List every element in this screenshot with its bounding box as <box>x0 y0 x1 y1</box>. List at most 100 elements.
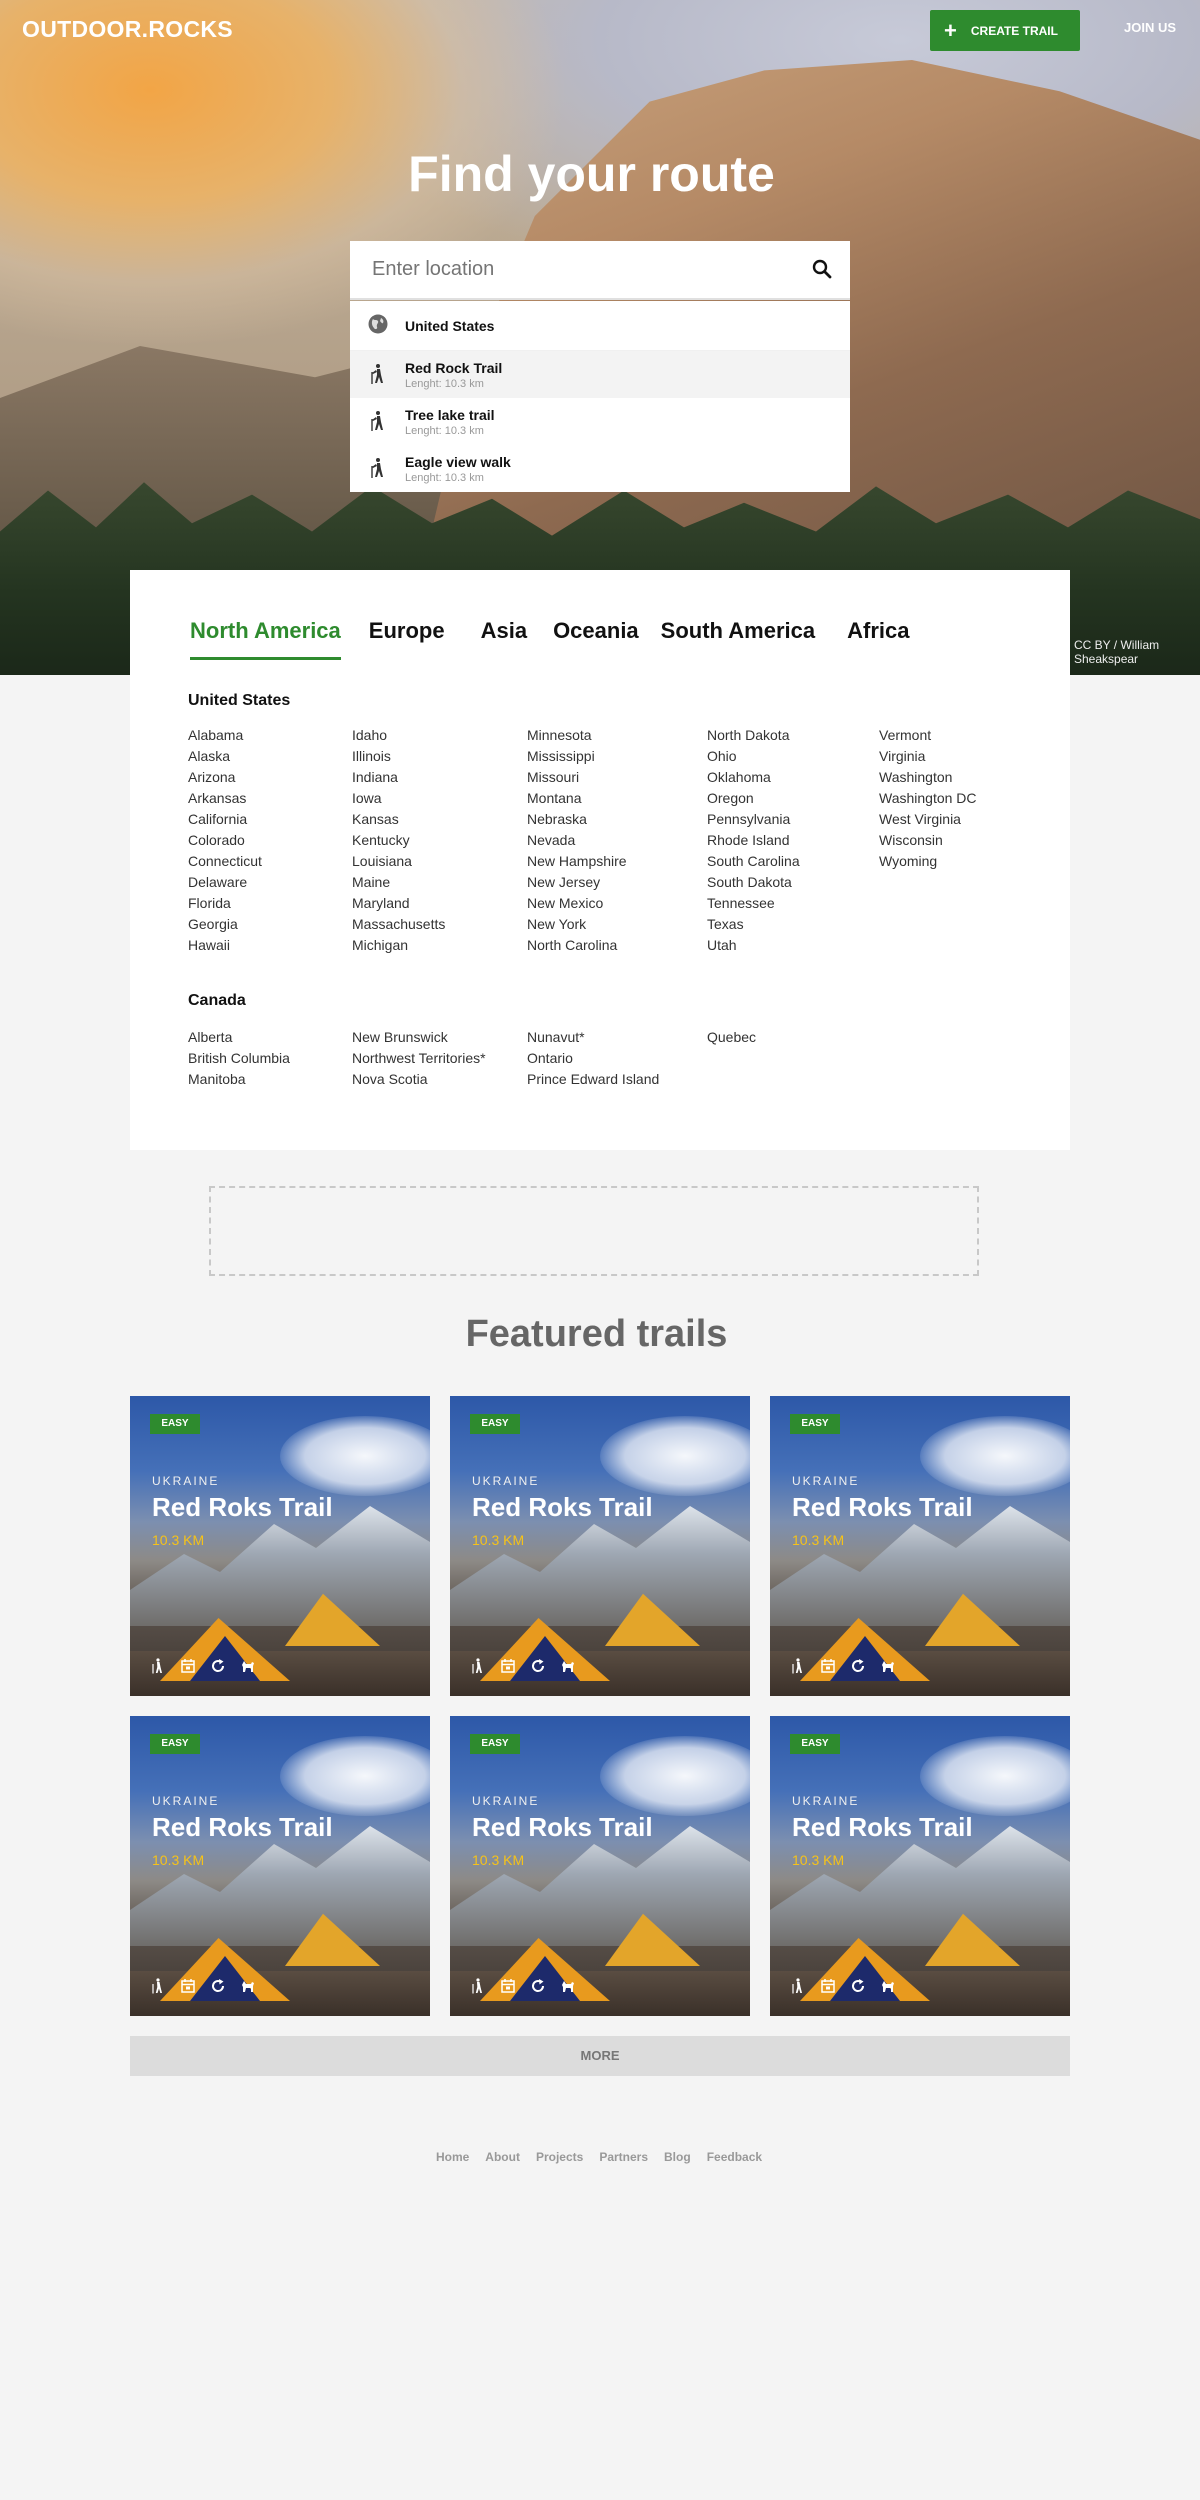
trail-name[interactable]: Red Roks Trail <box>792 1812 973 1843</box>
suggestion-country-label: United States <box>405 317 495 334</box>
country-title-us: United States <box>188 692 291 709</box>
canada-link[interactable]: Alberta <box>188 1027 352 1048</box>
us-link[interactable]: Oregon <box>707 788 879 809</box>
us-link[interactable]: South Dakota <box>707 872 879 893</box>
us-link[interactable]: Ohio <box>707 746 879 767</box>
us-link[interactable]: Hawaii <box>188 935 352 956</box>
join-us-link[interactable]: JOIN US <box>1124 20 1176 35</box>
suggestion-trail[interactable]: Red Rock Trail Lenght: 10.3 km <box>350 351 850 398</box>
us-link[interactable]: South Carolina <box>707 851 879 872</box>
us-link[interactable]: Pennsylvania <box>707 809 879 830</box>
us-link[interactable]: Michigan <box>352 935 527 956</box>
us-link[interactable]: Arizona <box>188 767 352 788</box>
us-link[interactable]: Georgia <box>188 914 352 935</box>
canada-link[interactable]: Northwest Territories* <box>352 1048 527 1069</box>
us-link[interactable]: Connecticut <box>188 851 352 872</box>
trail-card[interactable]: EASY UKRAINE Red Roks Trail 10.3 KM <box>130 1396 430 1696</box>
us-link[interactable]: Nevada <box>527 830 707 851</box>
us-link[interactable]: Massachusetts <box>352 914 527 935</box>
us-link[interactable]: Alaska <box>188 746 352 767</box>
canada-link[interactable]: Nunavut* <box>527 1027 707 1048</box>
us-link[interactable]: Maine <box>352 872 527 893</box>
card-photo-cloud <box>280 1736 430 1816</box>
footer-link[interactable]: Partners <box>599 2150 648 2164</box>
us-link[interactable]: Montana <box>527 788 707 809</box>
us-link[interactable]: Indiana <box>352 767 527 788</box>
trail-name[interactable]: Red Roks Trail <box>152 1492 333 1523</box>
footer-link[interactable]: Projects <box>536 2150 583 2164</box>
us-link[interactable]: Missouri <box>527 767 707 788</box>
footer-link[interactable]: Home <box>436 2150 469 2164</box>
trail-name[interactable]: Red Roks Trail <box>792 1492 973 1523</box>
tab-south-america[interactable]: South America <box>661 618 815 660</box>
dog-icon <box>882 1981 894 1992</box>
footer-link[interactable]: About <box>485 2150 520 2164</box>
us-link[interactable]: Colorado <box>188 830 352 851</box>
footer-link[interactable]: Blog <box>664 2150 691 2164</box>
us-link[interactable]: Virginia <box>879 746 999 767</box>
us-link[interactable]: North Dakota <box>707 725 879 746</box>
us-link[interactable]: Washington DC <box>879 788 999 809</box>
canada-link[interactable]: New Brunswick <box>352 1027 527 1048</box>
trail-name[interactable]: Red Roks Trail <box>152 1812 333 1843</box>
us-link[interactable]: New York <box>527 914 707 935</box>
search-icon[interactable] <box>812 259 832 279</box>
tab-oceania[interactable]: Oceania <box>553 618 639 660</box>
trail-card[interactable]: EASY UKRAINE Red Roks Trail 10.3 KM <box>450 1716 750 2016</box>
us-link[interactable]: California <box>188 809 352 830</box>
tab-africa[interactable]: Africa <box>847 618 909 660</box>
footer-link[interactable]: Feedback <box>707 2150 762 2164</box>
us-link[interactable]: Vermont <box>879 725 999 746</box>
canada-link[interactable]: Manitoba <box>188 1069 352 1090</box>
tab-asia[interactable]: Asia <box>481 618 527 660</box>
us-link[interactable]: Kentucky <box>352 830 527 851</box>
us-link[interactable]: Texas <box>707 914 879 935</box>
us-link[interactable]: Wyoming <box>879 851 999 872</box>
us-link[interactable]: Florida <box>188 893 352 914</box>
trail-card[interactable]: EASY UKRAINE Red Roks Trail 10.3 KM <box>450 1396 750 1696</box>
us-link[interactable]: Washington <box>879 767 999 788</box>
canada-link[interactable]: Quebec <box>707 1027 879 1048</box>
us-link[interactable]: Oklahoma <box>707 767 879 788</box>
suggestion-trail[interactable]: Eagle view walk Lenght: 10.3 km <box>350 445 850 492</box>
tab-europe[interactable]: Europe <box>369 618 445 660</box>
canada-link[interactable]: Prince Edward Island <box>527 1069 707 1090</box>
us-link[interactable]: Idaho <box>352 725 527 746</box>
loop-icon <box>852 1979 865 1992</box>
tab-north-america[interactable]: North America <box>190 618 341 660</box>
canada-link[interactable]: British Columbia <box>188 1048 352 1069</box>
us-link[interactable]: Iowa <box>352 788 527 809</box>
trail-card[interactable]: EASY UKRAINE Red Roks Trail 10.3 KM <box>770 1396 1070 1696</box>
us-link[interactable]: New Mexico <box>527 893 707 914</box>
suggestion-trail[interactable]: Tree lake trail Lenght: 10.3 km <box>350 398 850 445</box>
us-link[interactable]: Minnesota <box>527 725 707 746</box>
us-link[interactable]: Wisconsin <box>879 830 999 851</box>
us-link[interactable]: North Carolina <box>527 935 707 956</box>
us-link[interactable]: Mississippi <box>527 746 707 767</box>
create-trail-button[interactable]: + CREATE TRAIL <box>930 10 1080 51</box>
us-link[interactable]: New Hampshire <box>527 851 707 872</box>
us-link[interactable]: Utah <box>707 935 879 956</box>
us-link[interactable]: West Virginia <box>879 809 999 830</box>
us-link[interactable]: Kansas <box>352 809 527 830</box>
us-link[interactable]: Rhode Island <box>707 830 879 851</box>
us-link[interactable]: Nebraska <box>527 809 707 830</box>
us-link[interactable]: Maryland <box>352 893 527 914</box>
canada-link[interactable]: Nova Scotia <box>352 1069 527 1090</box>
us-link[interactable]: Alabama <box>188 725 352 746</box>
us-link[interactable]: Illinois <box>352 746 527 767</box>
trail-name[interactable]: Red Roks Trail <box>472 1492 653 1523</box>
us-link[interactable]: New Jersey <box>527 872 707 893</box>
trail-card[interactable]: EASY UKRAINE Red Roks Trail 10.3 KM <box>130 1716 430 2016</box>
us-link[interactable]: Delaware <box>188 872 352 893</box>
us-link[interactable]: Tennessee <box>707 893 879 914</box>
site-logo[interactable]: OUTDOOR.ROCKS <box>22 16 233 43</box>
more-button[interactable]: MORE <box>130 2036 1070 2076</box>
us-link[interactable]: Louisiana <box>352 851 527 872</box>
trail-name[interactable]: Red Roks Trail <box>472 1812 653 1843</box>
location-search-input[interactable] <box>372 241 792 298</box>
trail-card[interactable]: EASY UKRAINE Red Roks Trail 10.3 KM <box>770 1716 1070 2016</box>
canada-link[interactable]: Ontario <box>527 1048 707 1069</box>
us-link[interactable]: Arkansas <box>188 788 352 809</box>
suggestion-country[interactable]: United States <box>350 301 850 351</box>
